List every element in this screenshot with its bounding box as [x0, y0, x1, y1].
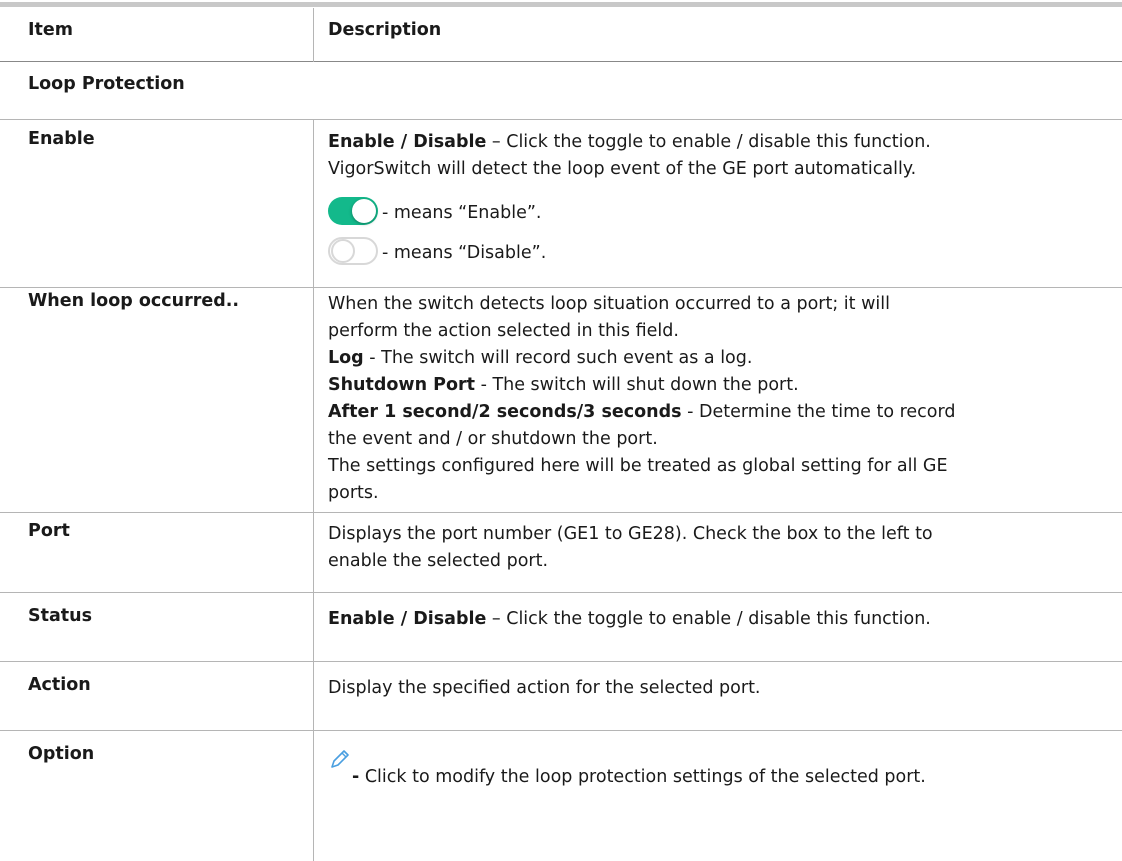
- header-divider: [0, 61, 1122, 62]
- loop-shutdown-rest: - The switch will shut down the port.: [475, 375, 799, 395]
- item-loop: When loop occurred..: [28, 291, 240, 311]
- enable-rest: – Click the toggle to enable / disable t…: [486, 132, 931, 152]
- row-divider: [0, 592, 1122, 593]
- desc-loop: When the switch detects loop situation o…: [328, 291, 1118, 507]
- option-rest: Click to modify the loop protection sett…: [359, 767, 926, 787]
- desc-port: Displays the port number (GE1 to GE28). …: [328, 521, 1118, 575]
- desc-option: - Click to modify the loop protection se…: [328, 750, 1118, 791]
- loop-log-bold: Log: [328, 348, 364, 368]
- port-line1: Displays the port number (GE1 to GE28). …: [328, 524, 933, 544]
- header-description: Description: [328, 20, 442, 40]
- enable-bold: Enable / Disable: [328, 132, 487, 152]
- item-option: Option: [28, 744, 95, 764]
- desc-enable: Enable / Disable – Click the toggle to e…: [328, 129, 1118, 265]
- pencil-icon: [331, 750, 349, 768]
- loop-after-bold: After 1 second/2 seconds/3 seconds: [328, 402, 682, 422]
- item-port: Port: [28, 521, 70, 541]
- loop-after-line2: the event and / or shutdown the port.: [328, 429, 658, 449]
- loop-global-line2: ports.: [328, 483, 379, 503]
- header-item: Item: [28, 20, 73, 40]
- item-status: Status: [28, 606, 93, 626]
- port-line2: enable the selected port.: [328, 551, 549, 571]
- loop-after-rest: - Determine the time to record: [681, 402, 956, 422]
- loop-line1: When the switch detects loop situation o…: [328, 294, 890, 314]
- row-divider: [0, 661, 1122, 662]
- toggle-on-icon: [328, 197, 378, 225]
- toggle-on-line: - means “Enable”.: [328, 189, 1118, 225]
- status-rest: – Click the toggle to enable / disable t…: [486, 609, 931, 629]
- desc-action: Display the specified action for the sel…: [328, 678, 761, 698]
- column-divider-header: [313, 8, 314, 62]
- row-divider: [0, 119, 1122, 120]
- section-title: Loop Protection: [28, 74, 185, 94]
- row-divider: [0, 512, 1122, 513]
- table-top-border: [0, 2, 1122, 7]
- column-divider: [313, 119, 314, 861]
- row-divider: [0, 287, 1122, 288]
- toggle-on-text: - means “Enable”.: [382, 203, 542, 223]
- loop-log-rest: - The switch will record such event as a…: [363, 348, 753, 368]
- status-bold: Enable / Disable: [328, 609, 487, 629]
- item-action: Action: [28, 675, 91, 695]
- toggle-off-text: - means “Disable”.: [382, 243, 547, 263]
- toggle-off-line: - means “Disable”.: [328, 229, 1118, 265]
- item-enable: Enable: [28, 129, 95, 149]
- enable-line2: VigorSwitch will detect the loop event o…: [328, 159, 917, 179]
- loop-global-line1: The settings configured here will be tre…: [328, 456, 948, 476]
- loop-shutdown-bold: Shutdown Port: [328, 375, 475, 395]
- desc-status: Enable / Disable – Click the toggle to e…: [328, 606, 1118, 633]
- toggle-off-icon: [328, 237, 378, 265]
- loop-line2: perform the action selected in this fiel…: [328, 321, 679, 341]
- row-divider: [0, 730, 1122, 731]
